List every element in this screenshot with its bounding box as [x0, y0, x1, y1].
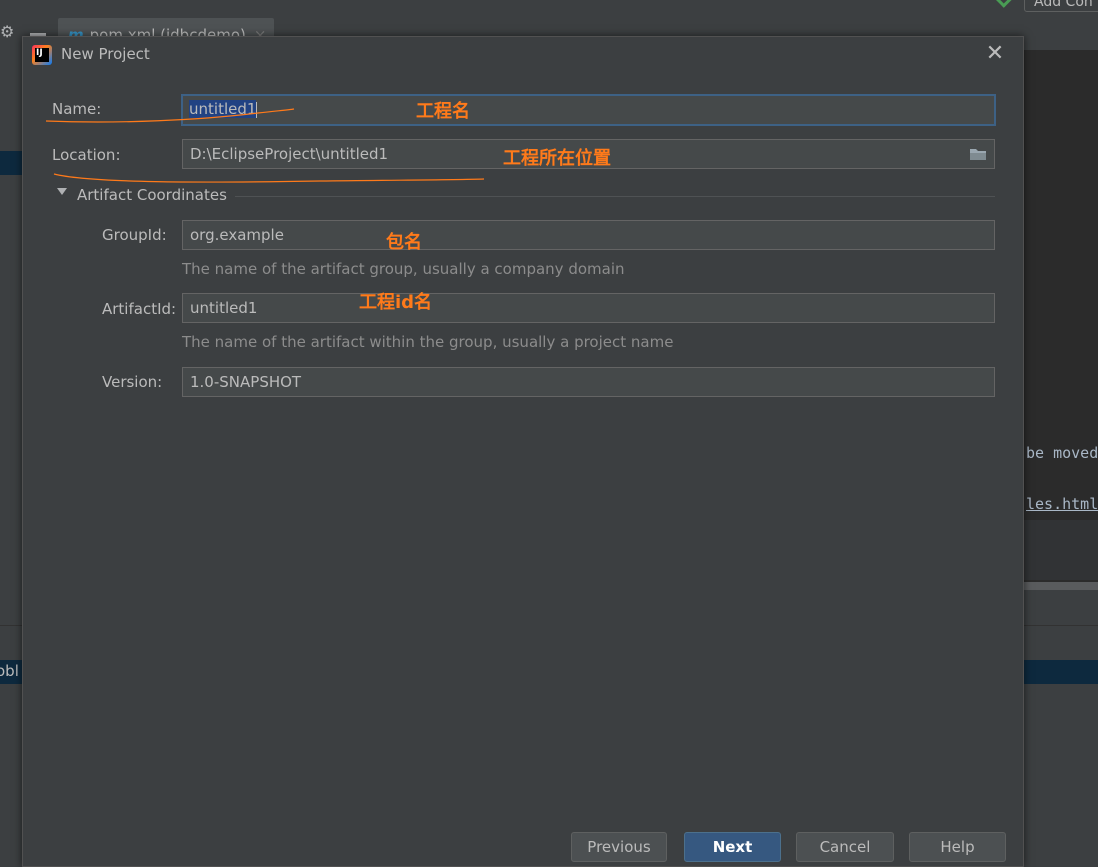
location-label: Location:	[52, 146, 121, 164]
collapse-toggle-icon[interactable]	[57, 188, 67, 195]
intellij-logo-icon: IJ	[32, 45, 52, 65]
artifactid-label: ArtifactId:	[102, 300, 177, 318]
code-line: be moved	[1026, 444, 1098, 462]
tool-window-row[interactable]	[1024, 660, 1098, 684]
editor-gutter-area	[1024, 520, 1098, 580]
artifactid-value: untitled1	[190, 299, 258, 317]
name-label: Name:	[52, 100, 102, 118]
code-link[interactable]: les.html	[1026, 495, 1098, 513]
name-input[interactable]: untitled1	[181, 94, 996, 126]
divider	[1024, 625, 1098, 626]
help-button[interactable]: Help	[909, 832, 1006, 862]
gear-icon[interactable]: ⚙	[0, 24, 16, 40]
section-divider	[235, 196, 995, 197]
location-value: D:\EclipseProject\untitled1	[190, 145, 389, 163]
groupid-input[interactable]: org.example	[182, 220, 995, 250]
name-value: untitled1	[189, 100, 257, 118]
next-button[interactable]: Next	[684, 832, 781, 862]
groupid-label: GroupId:	[102, 226, 167, 244]
artifactid-input[interactable]: untitled1	[182, 293, 995, 323]
annotation-artifact-id: 工程id名	[359, 292, 433, 313]
artifactid-hint: The name of the artifact within the grou…	[182, 333, 674, 351]
add-configuration-button[interactable]: Add Con	[1024, 0, 1098, 12]
text-caret	[256, 101, 258, 118]
version-label: Version:	[102, 373, 163, 391]
project-tree-selection[interactable]	[0, 151, 22, 175]
close-icon[interactable]: ✕	[984, 43, 1006, 65]
groupid-value: org.example	[190, 226, 284, 244]
dialog-title: New Project	[61, 45, 150, 63]
artifact-coordinates-title[interactable]: Artifact Coordinates	[77, 186, 227, 204]
previous-button[interactable]: Previous	[571, 832, 667, 862]
annotation-project-name: 工程名	[416, 101, 470, 122]
annotation-project-location: 工程所在位置	[503, 148, 611, 169]
cancel-button[interactable]: Cancel	[796, 832, 894, 862]
annotation-package-name: 包名	[386, 232, 422, 253]
version-input[interactable]: 1.0-SNAPSHOT	[182, 367, 995, 397]
problems-label: obl	[0, 662, 19, 680]
groupid-hint: The name of the artifact group, usually …	[182, 260, 625, 278]
horizontal-scrollbar[interactable]	[1024, 582, 1098, 590]
folder-icon[interactable]	[969, 146, 987, 162]
dialog-titlebar[interactable]: IJ New Project ✕	[23, 37, 1023, 73]
version-value: 1.0-SNAPSHOT	[190, 373, 302, 391]
divider	[0, 625, 22, 626]
tool-window	[1024, 590, 1098, 867]
